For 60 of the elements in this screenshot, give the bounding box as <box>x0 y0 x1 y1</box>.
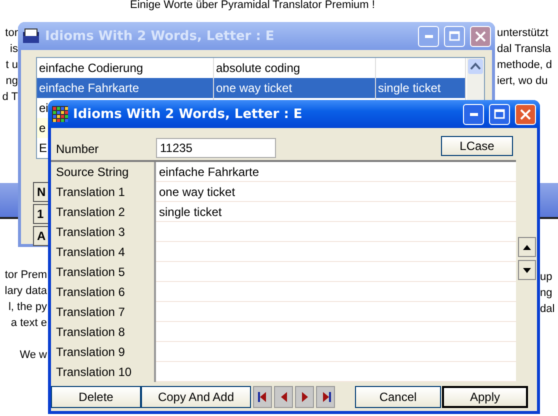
maximize-button[interactable] <box>489 104 510 124</box>
field-value[interactable]: einfache Fahrkarte <box>156 162 516 182</box>
previous-record-icon[interactable] <box>274 386 293 408</box>
empty-field[interactable] <box>156 342 516 362</box>
field-value[interactable]: one way ticket <box>156 182 516 202</box>
list-cell: einfache Fahrkarte <box>37 78 214 98</box>
grid-icon <box>52 106 68 122</box>
minimize-icon <box>470 112 478 116</box>
list-cell: one way ticket <box>214 78 376 98</box>
document-text: dal Transla <box>497 42 552 57</box>
scroll-up-icon <box>467 58 484 75</box>
document-text: tor <box>4 26 18 41</box>
document-text: methode, d <box>497 58 552 73</box>
empty-field[interactable] <box>156 362 516 382</box>
document-text: We w <box>20 348 47 363</box>
close-button[interactable] <box>515 104 536 124</box>
down-triangle-icon <box>523 268 531 272</box>
document-heading: Einige Worte über Pyramidal Translator Premium ! <box>130 0 375 13</box>
window-title: Idioms With 2 Words, Letter : E <box>45 28 276 44</box>
close-icon <box>520 108 531 120</box>
list-cell: single ticket <box>376 78 466 98</box>
action-button[interactable]: Apply <box>442 386 528 408</box>
scroll-down-button[interactable] <box>518 260 536 280</box>
document-text: t u <box>4 58 18 73</box>
action-button[interactable]: Delete <box>51 386 141 408</box>
document-text: lary data <box>4 284 47 299</box>
empty-field[interactable] <box>156 222 516 242</box>
maximize-icon <box>449 31 460 41</box>
minimize-icon <box>424 34 432 38</box>
document-text: d T <box>2 90 18 105</box>
minimize-button[interactable] <box>463 104 484 124</box>
document-text: l, the py <box>7 300 47 315</box>
up-triangle-icon <box>523 244 531 250</box>
empty-field[interactable] <box>156 262 516 282</box>
document-text: is <box>9 42 18 57</box>
document-text: dal <box>540 302 555 317</box>
document-text: ng <box>4 74 18 89</box>
empty-field[interactable] <box>156 302 516 322</box>
document-text: ng <box>540 286 554 301</box>
number-field[interactable]: 11235 <box>156 138 276 158</box>
document-text: unterstützt <box>497 26 550 41</box>
document-text: up <box>540 270 554 285</box>
document-text: iert, wo du <box>497 74 549 89</box>
action-button[interactable]: Copy And Add <box>141 386 251 408</box>
scroll-up-button[interactable] <box>518 237 536 257</box>
card-file-icon <box>22 28 40 44</box>
last-record-icon[interactable] <box>316 386 335 408</box>
document-text: tor Prem <box>4 268 47 283</box>
number-label: Number <box>56 142 99 156</box>
maximize-icon <box>494 109 505 119</box>
field-value[interactable]: single ticket <box>156 202 516 222</box>
empty-field[interactable] <box>156 242 516 262</box>
empty-field[interactable] <box>156 282 516 302</box>
empty-field[interactable] <box>156 322 516 342</box>
next-record-icon[interactable] <box>295 386 314 408</box>
action-button[interactable]: Cancel <box>355 386 441 408</box>
close-icon <box>475 30 486 42</box>
document-text: a text e <box>10 316 47 331</box>
first-record-icon[interactable] <box>253 386 272 408</box>
lcase-button[interactable]: LCase <box>441 136 513 156</box>
